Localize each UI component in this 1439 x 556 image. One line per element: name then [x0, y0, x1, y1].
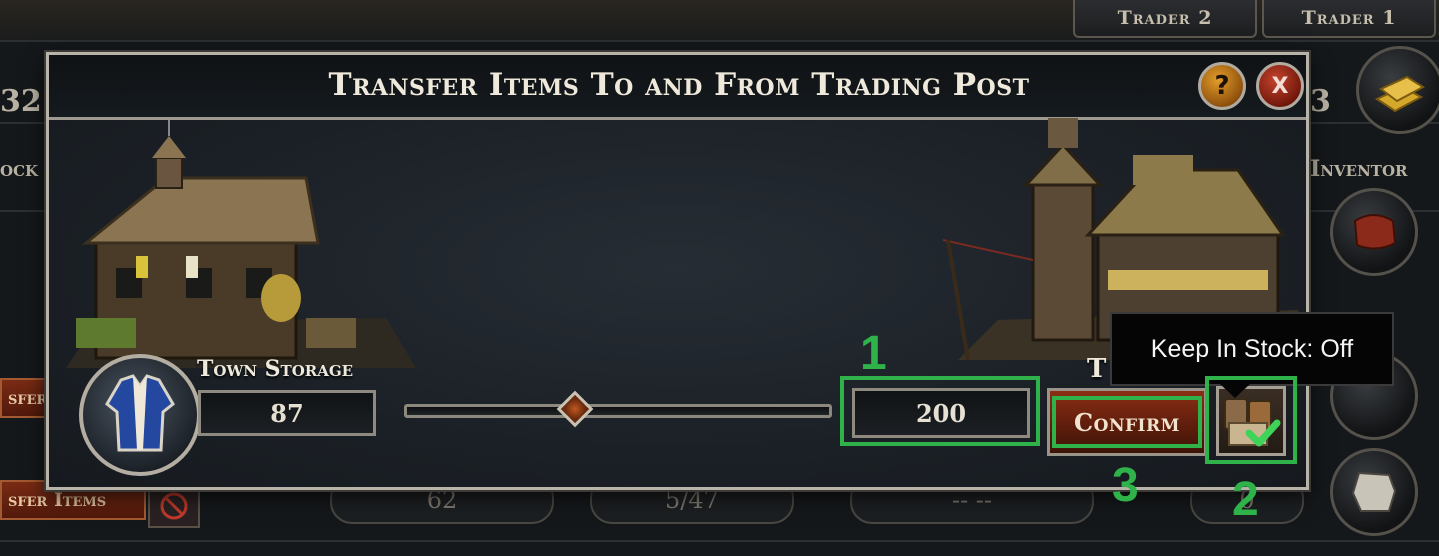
background-row-value-text: 5/47	[665, 486, 719, 514]
background-left-label: ock	[0, 156, 39, 182]
background-transfer-label: sfer	[8, 387, 46, 409]
jacket-icon	[105, 374, 175, 452]
callout-number-3: 3	[1112, 459, 1139, 512]
callout-box-1	[840, 376, 1040, 446]
background-divider	[0, 540, 1439, 542]
help-button[interactable]: ?	[1198, 62, 1246, 110]
tab-trader-1-label: Trader 1	[1301, 7, 1397, 29]
background-row-value-text: 62	[426, 486, 458, 514]
tab-trader-2-label: Trader 2	[1117, 7, 1213, 29]
gold-bars-slot[interactable]	[1356, 46, 1439, 134]
help-icon: ?	[1214, 71, 1230, 101]
close-icon: X	[1271, 73, 1289, 99]
pelt-icon	[1351, 471, 1397, 512]
background-right-label: Inventor	[1310, 156, 1408, 182]
trading-post-label: T	[1087, 354, 1107, 384]
background-transfer-items-label: sfer Items	[8, 489, 107, 511]
pelt-slot[interactable]	[1330, 448, 1418, 536]
tab-trader-1[interactable]: Trader 1	[1262, 0, 1436, 38]
gold-bars-icon	[1374, 75, 1425, 113]
background-row-value-text: -- --	[951, 486, 993, 514]
callout-box-2	[1205, 376, 1297, 464]
town-storage-label: Town Storage	[197, 356, 354, 382]
leather-slot[interactable]	[1330, 188, 1418, 276]
dialog-title: Transfer Items To and From Trading Post	[328, 67, 1030, 103]
keep-in-stock-tooltip-text: Keep In Stock: Off	[1150, 334, 1354, 363]
background-left-value: 32	[0, 84, 42, 119]
close-button[interactable]: X	[1256, 62, 1304, 110]
town-storage-value: 87	[198, 390, 376, 436]
callout-number-1: 1	[860, 327, 887, 380]
item-avatar[interactable]	[79, 354, 201, 476]
background-right-value: 3	[1310, 84, 1331, 119]
prohibited-icon	[160, 492, 188, 520]
town-storage-value-text: 87	[270, 398, 304, 428]
callout-box-3	[1052, 396, 1202, 448]
leather-icon	[1353, 214, 1397, 250]
callout-number-2: 2	[1232, 473, 1259, 526]
background-divider	[0, 40, 1439, 42]
no-icon-button[interactable]	[148, 484, 200, 528]
transfer-slider-track[interactable]	[404, 404, 832, 418]
keep-in-stock-tooltip: Keep In Stock: Off	[1110, 312, 1394, 386]
background-transfer-button[interactable]: sfer	[0, 378, 46, 418]
tab-trader-2[interactable]: Trader 2	[1073, 0, 1257, 38]
town-storage-illustration	[66, 120, 416, 368]
